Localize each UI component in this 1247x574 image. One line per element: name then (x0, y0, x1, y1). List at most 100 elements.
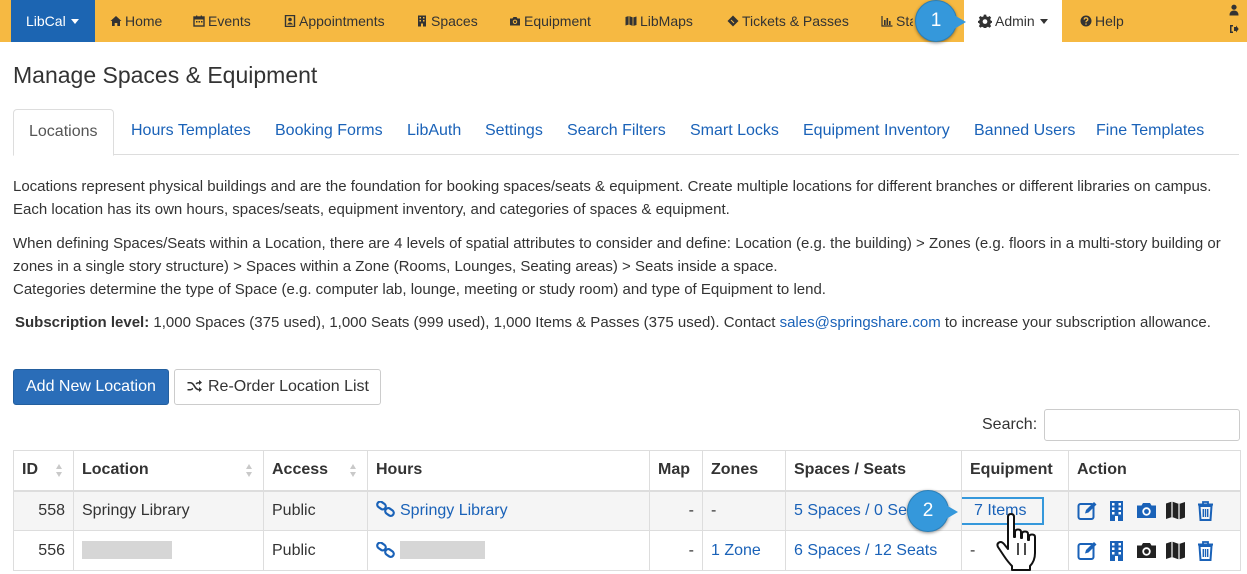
nav-events[interactable]: Events (193, 0, 251, 42)
nav-help[interactable]: Help (1080, 0, 1124, 42)
tab-hours-templates[interactable]: Hours Templates (131, 109, 251, 155)
brand-menu[interactable]: LibCal (11, 0, 95, 42)
cell-location (73, 530, 264, 571)
sort-icon (56, 464, 63, 478)
tab-settings[interactable]: Settings (485, 109, 543, 155)
tab-libauth[interactable]: LibAuth (407, 109, 461, 155)
bar-chart-icon (881, 16, 893, 27)
callout-step-2: 2 (907, 490, 958, 532)
map-icon (625, 16, 637, 26)
cell-zones: 1 Zone (702, 530, 786, 571)
link-icon (376, 541, 395, 558)
callout-pointer (954, 15, 966, 29)
home-icon (110, 16, 122, 26)
zones-link[interactable]: 1 Zone (711, 542, 761, 559)
link-icon (376, 500, 395, 518)
top-navbar: LibCal Home Events Appointments Spaces E… (0, 0, 1247, 42)
search-label: Search: (982, 416, 1038, 433)
cell-location: Springy Library (73, 490, 264, 531)
add-new-location-button[interactable]: Add New Location (13, 369, 169, 405)
building-icon[interactable] (1106, 500, 1127, 522)
cell-id: 556 (13, 530, 74, 571)
caret-down-icon (70, 19, 79, 24)
reorder-location-list-button[interactable]: Re-Order Location List (174, 369, 381, 405)
page-title: Manage Spaces & Equipment (13, 62, 318, 88)
nav-home[interactable]: Home (110, 0, 162, 42)
nav-tickets-passes[interactable]: Tickets & Passes (727, 0, 849, 42)
tab-search-filters[interactable]: Search Filters (567, 109, 666, 155)
cell-hours (367, 530, 650, 571)
sort-icon (246, 464, 253, 478)
column-header-hours: Hours (367, 450, 650, 492)
column-header-action: Action (1068, 450, 1241, 492)
redacted-location-name (82, 540, 172, 559)
cell-id: 558 (13, 490, 74, 531)
sales-email-link[interactable]: sales@springshare.com (780, 314, 941, 331)
cell-map: - (649, 530, 703, 571)
gear-icon (978, 14, 992, 28)
subscription-info: Subscription level: 1,000 Spaces (375 us… (15, 314, 1211, 331)
nav-spaces[interactable]: Spaces (416, 0, 478, 42)
search-input[interactable] (1044, 409, 1240, 441)
cell-hours: Springy Library (367, 490, 650, 531)
building-icon (418, 15, 426, 27)
column-header-zones: Zones (702, 450, 786, 492)
nav-equipment[interactable]: Equipment (509, 0, 591, 42)
locations-table: ID Location Access Hours Map Zones Space… (13, 450, 1241, 571)
cell-actions (1068, 490, 1241, 531)
map-icon[interactable] (1165, 540, 1186, 561)
question-circle-icon (1080, 15, 1092, 27)
tab-banned-users[interactable]: Banned Users (974, 109, 1075, 155)
nav-stats[interactable]: Stats (881, 0, 913, 42)
map-icon[interactable] (1165, 500, 1186, 521)
building-icon[interactable] (1106, 540, 1127, 561)
trash-icon[interactable] (1195, 540, 1216, 561)
camera-icon[interactable] (1136, 500, 1157, 521)
camera-icon (510, 17, 520, 26)
subscription-label: Subscription level: (15, 314, 150, 331)
cell-access: Public (263, 490, 368, 531)
column-header-id[interactable]: ID (13, 450, 74, 492)
intro-categories-text: Categories determine the type of Space (… (13, 281, 826, 298)
tab-equipment-inventory[interactable]: Equipment Inventory (803, 109, 950, 155)
column-header-equipment: Equipment (961, 450, 1069, 492)
trash-icon[interactable] (1195, 500, 1216, 522)
caret-down-icon (1039, 19, 1048, 24)
hours-link[interactable] (376, 540, 485, 560)
contact-card-icon (284, 14, 296, 28)
calendar-icon (193, 15, 205, 27)
ticket-icon (727, 15, 739, 27)
intro-locations-text: Locations represent physical buildings a… (13, 178, 1212, 218)
nav-admin[interactable]: Admin (964, 0, 1062, 42)
cell-map: - (649, 490, 703, 531)
column-header-map: Map (649, 450, 703, 492)
nav-libmaps[interactable]: LibMaps (625, 0, 693, 42)
callout-pointer (946, 505, 958, 519)
settings-tabs: Locations Hours Templates Booking Forms … (13, 109, 1239, 156)
table-row: 558 Springy Library Public Springy Libra… (13, 490, 1241, 531)
cell-access: Public (263, 530, 368, 571)
cell-actions (1068, 530, 1241, 571)
sort-icon (350, 464, 357, 478)
tab-fine-templates[interactable]: Fine Templates (1096, 109, 1204, 155)
edit-icon[interactable] (1077, 540, 1098, 561)
redacted-hours-name (400, 540, 485, 559)
user-icon[interactable] (1229, 4, 1239, 16)
tab-locations[interactable]: Locations (13, 109, 114, 156)
nav-appointments[interactable]: Appointments (284, 0, 385, 42)
callout-step-1: 1 (915, 0, 966, 42)
edit-icon[interactable] (1077, 500, 1098, 521)
table-row: 556 Public - 1 Zone 6 Spaces / 12 Seats … (13, 530, 1241, 571)
cell-zones: - (702, 490, 786, 531)
shuffle-icon (187, 380, 202, 392)
camera-icon[interactable] (1136, 540, 1157, 561)
hours-link[interactable]: Springy Library (376, 500, 508, 519)
tab-booking-forms[interactable]: Booking Forms (275, 109, 383, 155)
spaces-seats-link[interactable]: 6 Spaces / 12 Seats (794, 542, 937, 559)
tab-smart-locks[interactable]: Smart Locks (690, 109, 779, 155)
cell-spaces-seats: 6 Spaces / 12 Seats (785, 530, 962, 571)
hand-pointer-icon (996, 513, 1036, 571)
logout-icon[interactable] (1229, 24, 1239, 34)
column-header-access[interactable]: Access (263, 450, 368, 492)
column-header-location[interactable]: Location (73, 450, 264, 492)
